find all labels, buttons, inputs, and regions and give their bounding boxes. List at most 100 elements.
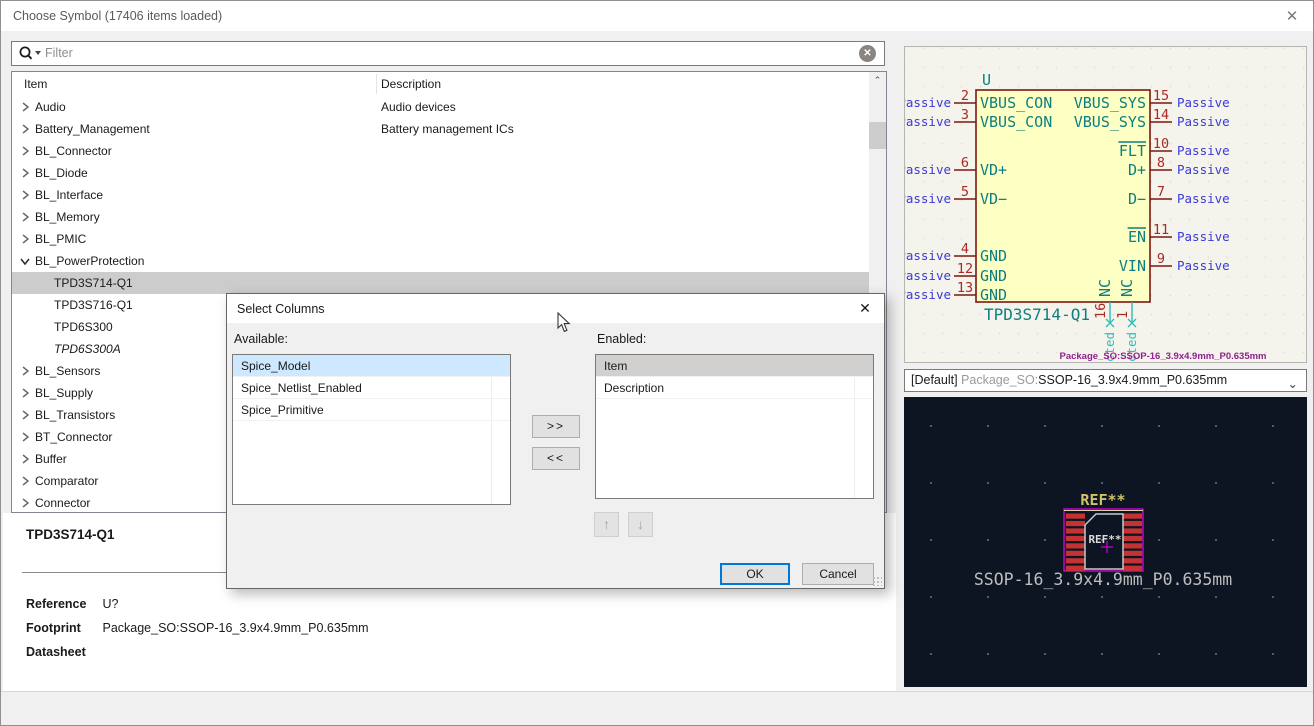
tree-item-label: BL_PowerProtection <box>35 250 144 272</box>
move-left-button[interactable]: << <box>532 447 580 470</box>
dialog-cancel-button[interactable]: Cancel <box>802 563 874 585</box>
chevron-collapsed-icon[interactable] <box>19 211 31 223</box>
pin-number: 6 <box>961 155 969 171</box>
footprint-pad <box>1066 521 1085 526</box>
chevron-collapsed-icon[interactable] <box>19 453 31 465</box>
tree-item-label: BL_Diode <box>35 162 88 184</box>
tree-item-description: Audio devices <box>381 96 456 118</box>
footprint-pad <box>1123 536 1142 541</box>
symbol-footprint-field: Package_SO:SSOP-16_3.9x4.9mm_P0.635mm <box>1059 351 1266 362</box>
chevron-collapsed-icon[interactable] <box>19 233 31 245</box>
detail-label: Datasheet <box>26 645 99 659</box>
dialog-ok-button[interactable]: OK <box>720 563 790 585</box>
chevron-collapsed-icon[interactable] <box>19 497 31 509</box>
pin-number: 14 <box>1153 107 1169 123</box>
grid-dot <box>1158 596 1160 598</box>
available-columns-list[interactable]: Spice_ModelSpice_Netlist_EnabledSpice_Pr… <box>232 354 511 505</box>
tree-item-label: Connector <box>35 492 90 513</box>
resize-grip[interactable] <box>872 576 882 586</box>
grid-dot <box>1044 539 1046 541</box>
tree-row[interactable]: BL_PowerProtection <box>12 250 869 272</box>
detail-row-datasheet: Datasheet <box>26 645 99 659</box>
dialog-close-icon[interactable]: ✕ <box>854 300 876 317</box>
footprint-select[interactable]: [Default] Package_SO:SSOP-16_3.9x4.9mm_P… <box>904 369 1307 392</box>
scrollbar-thumb[interactable] <box>869 122 886 149</box>
bottom-bar: Select with Browser Place repeated copie… <box>1 691 1313 726</box>
tree-column-description[interactable]: Description <box>381 77 441 91</box>
tree-row[interactable]: BL_Interface <box>12 184 869 206</box>
detail-row-footprint: Footprint Package_SO:SSOP-16_3.9x4.9mm_P… <box>26 621 369 635</box>
tree-row[interactable]: BL_Connector <box>12 140 869 162</box>
pin-name: VBUS_CON <box>980 113 1052 131</box>
tree-item-label: BL_PMIC <box>35 228 86 250</box>
list-item[interactable]: Description <box>596 377 873 399</box>
chevron-expanded-icon[interactable] <box>19 255 31 267</box>
chevron-collapsed-icon[interactable] <box>19 123 31 135</box>
filter-input[interactable] <box>11 41 885 66</box>
footprint-select-value: SSOP-16_3.9x4.9mm_P0.635mm <box>1038 373 1227 387</box>
grid-dot <box>1101 596 1103 598</box>
pin-number: 3 <box>961 107 969 123</box>
tree-column-item[interactable]: Item <box>24 77 47 91</box>
chevron-collapsed-icon[interactable] <box>19 409 31 421</box>
window-close-icon[interactable]: ✕ <box>1281 7 1303 25</box>
pin-type-label: Passive <box>1177 114 1230 129</box>
pin-type-label: Passive <box>1177 258 1230 273</box>
chevron-collapsed-icon[interactable] <box>19 365 31 377</box>
tree-row[interactable]: BL_PMIC <box>12 228 869 250</box>
search-dropdown-icon <box>35 51 41 55</box>
tree-item-label: BL_Supply <box>35 382 93 404</box>
tree-row[interactable]: TPD3S714-Q1 <box>12 272 869 294</box>
pin-type-label: Passive <box>905 162 951 177</box>
grid-dot <box>930 425 932 427</box>
symbol-preview-canvas: U2VBUS_CONPassive3VBUS_CONPassive6VD+Pas… <box>904 46 1307 363</box>
list-item[interactable]: Spice_Netlist_Enabled <box>233 377 510 399</box>
chevron-collapsed-icon[interactable] <box>19 475 31 487</box>
window-title: Choose Symbol (17406 items loaded) <box>13 9 222 23</box>
grid-dot <box>1044 596 1046 598</box>
pin-number: 10 <box>1153 136 1169 152</box>
tree-row[interactable]: AudioAudio devices <box>12 96 869 118</box>
symbol-value: TPD3S714-Q1 <box>984 305 1090 324</box>
list-item[interactable]: Spice_Primitive <box>233 399 510 421</box>
detail-label: Footprint <box>26 621 99 635</box>
filter-clear-icon[interactable]: ✕ <box>859 45 876 62</box>
filter-placeholder: Filter <box>45 46 73 60</box>
grid-dot <box>930 539 932 541</box>
pin-number: 7 <box>1157 184 1165 200</box>
tree-row[interactable]: BL_Diode <box>12 162 869 184</box>
pin-name: GND <box>980 247 1007 265</box>
chevron-collapsed-icon[interactable] <box>19 431 31 443</box>
chevron-collapsed-icon[interactable] <box>19 387 31 399</box>
grid-dot <box>1044 653 1046 655</box>
pin-type-label: Passive <box>905 114 951 129</box>
chevron-collapsed-icon[interactable] <box>19 189 31 201</box>
move-right-button[interactable]: >> <box>532 415 580 438</box>
chevron-collapsed-icon[interactable] <box>19 145 31 157</box>
tree-item-label: BT_Connector <box>35 426 112 448</box>
tree-row[interactable]: Battery_ManagementBattery management ICs <box>12 118 869 140</box>
available-label: Available: <box>234 332 288 346</box>
tree-header: Item Description <box>12 72 886 96</box>
footprint-name-label: SSOP-16_3.9x4.9mm_P0.635mm <box>974 570 1232 589</box>
mouse-cursor <box>557 312 571 333</box>
tree-row[interactable]: BL_Memory <box>12 206 869 228</box>
enabled-columns-list[interactable]: ItemDescription <box>595 354 874 499</box>
chevron-collapsed-icon[interactable] <box>19 101 31 113</box>
pin-number: 4 <box>961 241 969 257</box>
move-down-button[interactable]: ↓ <box>628 512 653 537</box>
tree-item-label: TPD6S300 <box>54 316 113 338</box>
tree-item-label: BL_Interface <box>35 184 103 206</box>
footprint-select-library: Package_SO: <box>961 373 1038 387</box>
list-item[interactable]: Item <box>596 355 873 377</box>
move-up-button[interactable]: ↑ <box>594 512 619 537</box>
pin-type-label: Passive <box>905 248 951 263</box>
footprint-pad <box>1066 528 1085 533</box>
list-item[interactable]: Spice_Model <box>233 355 510 377</box>
footprint-pad <box>1123 543 1142 548</box>
scrollbar-up-icon[interactable]: ⌃ <box>869 72 886 89</box>
chevron-collapsed-icon[interactable] <box>19 167 31 179</box>
grid-dot <box>1158 653 1160 655</box>
title-bar: Choose Symbol (17406 items loaded) ✕ <box>1 1 1313 31</box>
tree-item-label: BL_Sensors <box>35 360 100 382</box>
